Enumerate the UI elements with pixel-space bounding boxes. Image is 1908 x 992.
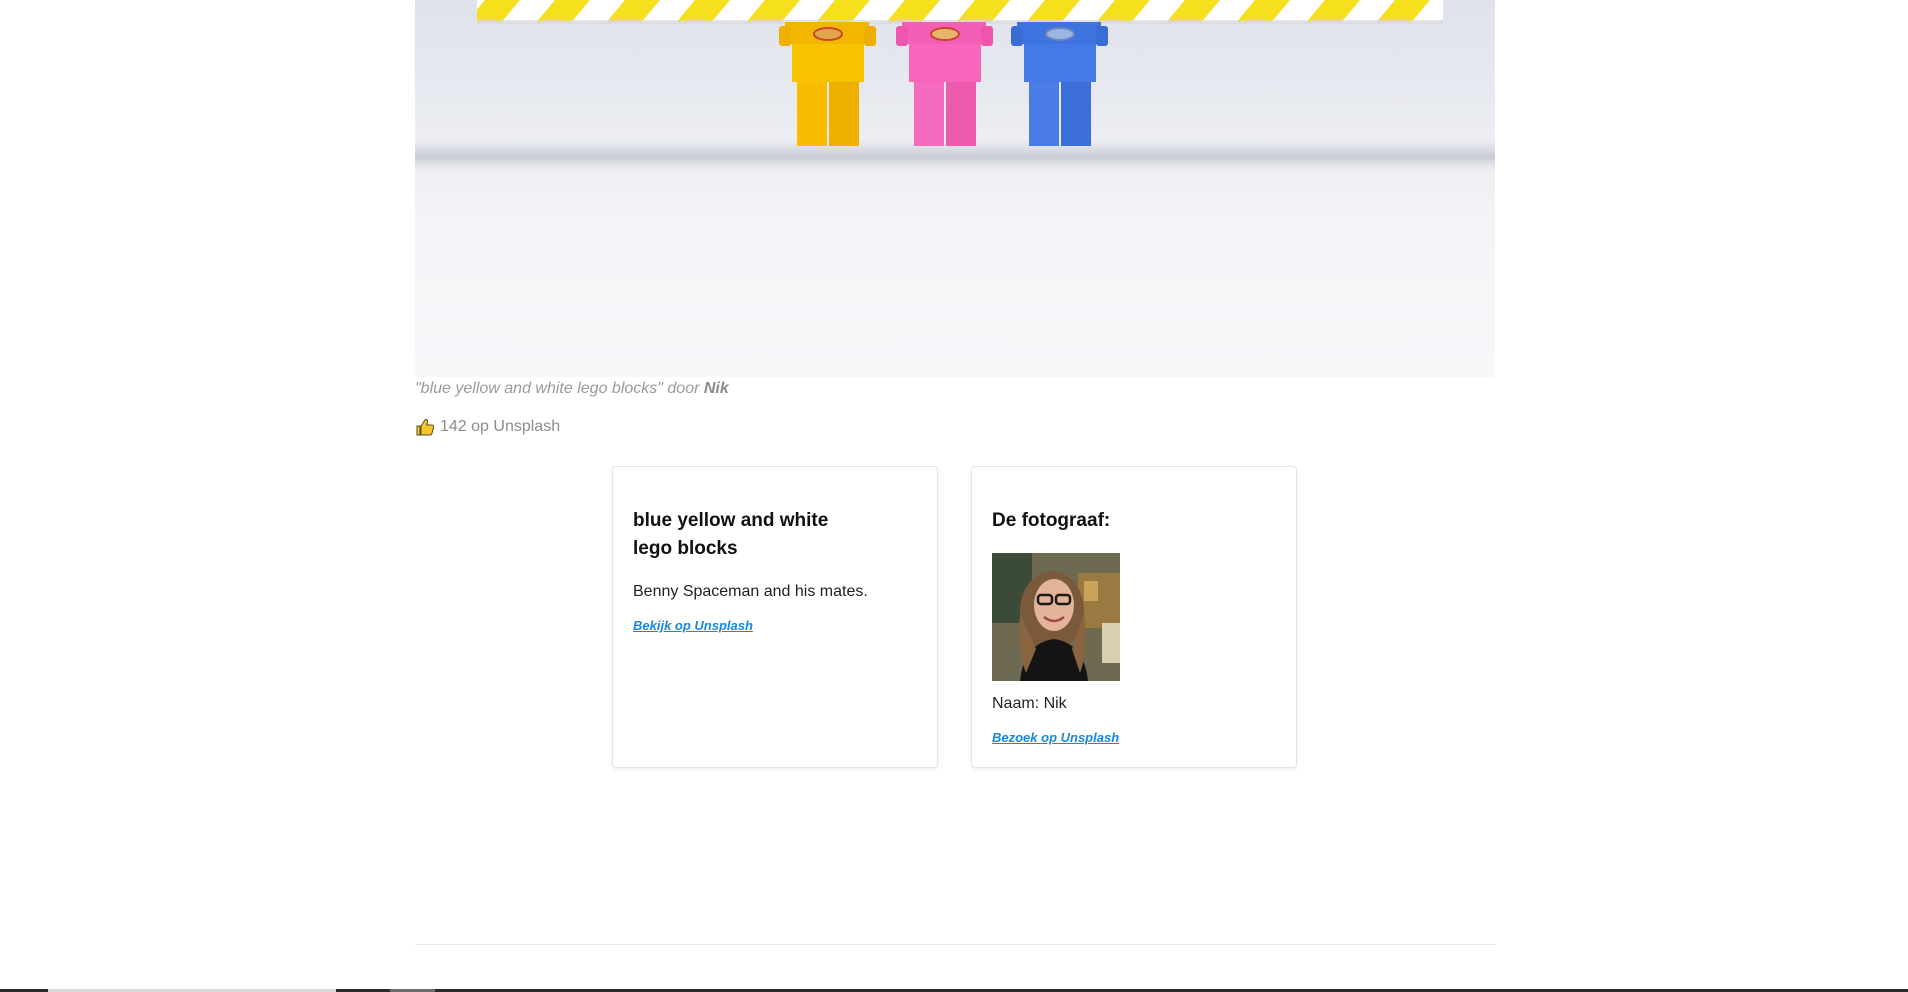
- yellow-minifig: [779, 22, 876, 146]
- photo-title: blue yellow and white lego blocks: [633, 510, 829, 559]
- photo-description: Benny Spaceman and his mates.: [633, 583, 868, 600]
- view-on-unsplash-link[interactable]: Bekijk op Unsplash: [633, 618, 753, 633]
- page: "blue yellow and white lego blocks" door…: [0, 0, 1908, 992]
- lego-photo: [415, 0, 1495, 377]
- photographer-heading: De fotograaf:: [992, 510, 1111, 531]
- photographer-avatar: [992, 553, 1120, 681]
- visit-on-unsplash-link[interactable]: Bezoek op Unsplash: [992, 730, 1119, 745]
- likes-label: 142 op Unsplash: [440, 418, 561, 435]
- pink-minifig: [896, 22, 993, 146]
- thumbs-up-icon: [415, 417, 435, 437]
- photo-caption: "blue yellow and white lego blocks" door…: [415, 380, 729, 398]
- photographer-name: Naam: Nik: [992, 695, 1067, 712]
- photographer-card: De fotograaf: Naam: Nik Bezoek op Unspla…: [971, 466, 1297, 768]
- lego-photo-graphic: [415, 0, 1495, 174]
- blue-minifig: [1011, 22, 1108, 146]
- caption-author: Nik: [703, 380, 729, 397]
- footer-divider: [415, 944, 1495, 945]
- caption-title: "blue yellow and white lego blocks" door: [415, 380, 704, 397]
- likes-count: 142 op Unsplash: [415, 416, 560, 438]
- photo-info-card: blue yellow and white lego blocks Benny …: [612, 466, 938, 768]
